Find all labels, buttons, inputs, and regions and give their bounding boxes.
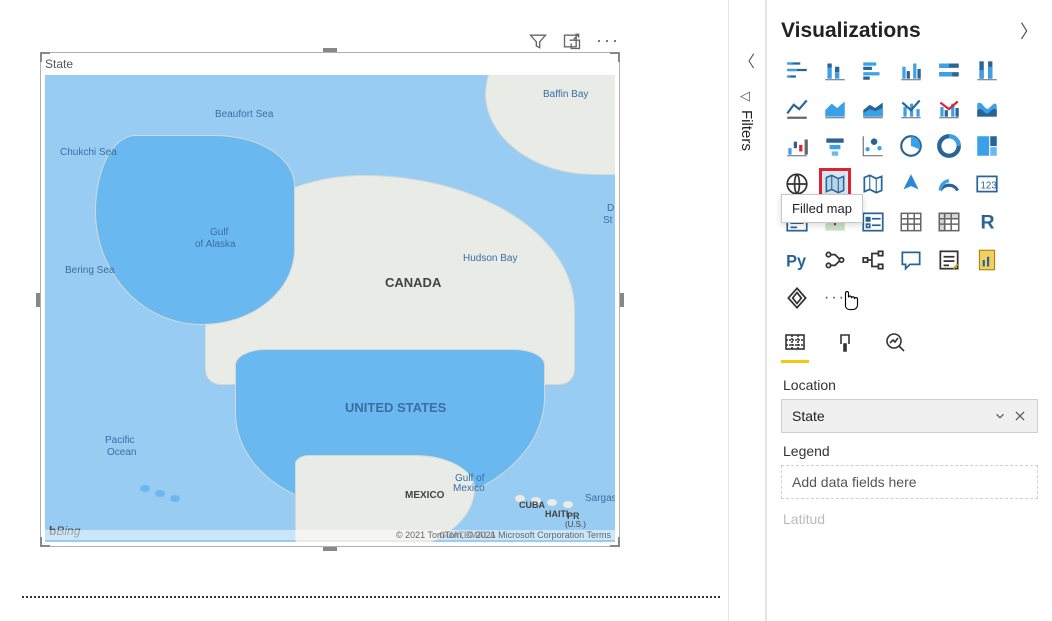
filters-pane-collapsed[interactable]: 〈 ◁ Filters (728, 0, 766, 621)
resize-handle-mid-left[interactable] (36, 293, 40, 307)
location-field-value: State (792, 408, 825, 424)
filled-region-hawaii (155, 490, 165, 497)
viz-table[interactable] (895, 206, 927, 238)
viz-100-stacked-column[interactable] (971, 54, 1003, 86)
viz-funnel[interactable] (819, 130, 851, 162)
viz-waterfall[interactable] (781, 130, 813, 162)
viz-donut[interactable] (933, 130, 965, 162)
map-label-sargasso: Sargass (585, 493, 615, 504)
visualizations-title: Visualizations (781, 19, 921, 43)
viz-clustered-column[interactable] (895, 54, 927, 86)
viz-python[interactable]: Py (781, 244, 813, 276)
viz-clustered-bar[interactable] (857, 54, 889, 86)
map-label-pacific1: Pacific (105, 435, 134, 446)
viz-smart-narrative[interactable] (933, 244, 965, 276)
filled-region-hawaii (140, 485, 150, 492)
page-boundary (22, 596, 720, 598)
filled-region-hawaii (170, 495, 180, 502)
visual-title: State (45, 57, 73, 71)
resize-handle-mid-bottom[interactable] (323, 547, 337, 551)
viz-stacked-area[interactable] (857, 92, 889, 124)
filled-map-visual[interactable]: State CANADA UNITED STATES MEXICO GUATEM… (40, 52, 620, 547)
viz-ribbon[interactable] (971, 92, 1003, 124)
focus-mode-icon[interactable] (562, 31, 582, 51)
active-tab-indicator (781, 360, 809, 363)
viz-stacked-bar[interactable] (781, 54, 813, 86)
viz-decomposition-tree[interactable] (857, 244, 889, 276)
viz-pie[interactable] (895, 130, 927, 162)
remove-field-icon[interactable] (1013, 409, 1027, 423)
viz-line[interactable] (781, 92, 813, 124)
resize-handle-top-right[interactable] (610, 52, 620, 62)
viz-matrix[interactable] (933, 206, 965, 238)
viz-treemap[interactable] (971, 130, 1003, 162)
map-label-pacific2: Ocean (107, 447, 136, 458)
landmass-mexico (295, 455, 475, 542)
viz-100-stacked-bar[interactable] (933, 54, 965, 86)
chevron-down-icon[interactable] (993, 409, 1007, 423)
location-field-well[interactable]: State (781, 399, 1038, 433)
viz-card[interactable]: 123 (971, 168, 1003, 200)
viz-scatter[interactable] (857, 130, 889, 162)
viz-area[interactable] (819, 92, 851, 124)
map-label-pr: PR (567, 511, 580, 521)
fields-tab[interactable] (781, 328, 809, 356)
analytics-tab[interactable] (881, 328, 909, 356)
viz-paginated-report[interactable] (971, 244, 1003, 276)
more-options-icon[interactable]: ··· (596, 30, 620, 51)
map-label-bering: Bering Sea (65, 265, 114, 276)
viz-gauge[interactable] (933, 168, 965, 200)
speaker-icon: ◁ (740, 88, 750, 104)
legend-well-label: Legend (783, 443, 1038, 459)
latitude-well-label-partial: Latitud (783, 511, 1038, 527)
map-label-haiti: HAITI (545, 509, 569, 519)
viz-line-stacked-column[interactable] (895, 92, 927, 124)
map-body[interactable]: CANADA UNITED STATES MEXICO GUATEMALA NI… (45, 75, 615, 542)
svg-text:Py: Py (786, 253, 806, 271)
legend-field-well[interactable]: Add data fields here (781, 465, 1038, 499)
viz-power-apps[interactable] (781, 282, 813, 314)
map-label-davis2: St (603, 215, 612, 226)
chevron-right-icon[interactable]: 〉 (1020, 18, 1038, 44)
visualizations-pane: Visualizations 〉 123 (766, 0, 1052, 621)
viz-line-clustered-column[interactable] (933, 92, 965, 124)
filter-icon[interactable] (528, 31, 548, 51)
legend-placeholder: Add data fields here (792, 474, 917, 490)
chevron-left-icon[interactable]: 〈 (739, 48, 755, 72)
filters-pane-label[interactable]: Filters (738, 110, 755, 151)
viz-stacked-column[interactable] (819, 54, 851, 86)
map-label-davis1: D (607, 203, 614, 214)
viz-qna[interactable] (895, 244, 927, 276)
map-label-beaufort: Beaufort Sea (215, 109, 273, 120)
viz-key-influencers[interactable] (819, 244, 851, 276)
svg-text:123: 123 (981, 180, 997, 191)
filled-region-alaska (95, 135, 295, 325)
viz-r-script[interactable]: R (971, 206, 1003, 238)
visualization-picker: 123 R Py ··· Filled map (781, 54, 1038, 314)
report-canvas[interactable]: ··· State CANAD (0, 0, 720, 621)
location-well-label: Location (783, 377, 1038, 393)
pane-tabs (781, 328, 1038, 356)
map-attribution[interactable]: © 2021 TomTom, © 2021 Microsoft Corporat… (45, 530, 615, 540)
viz-azure-map[interactable] (895, 168, 927, 200)
svg-text:R: R (981, 212, 995, 234)
visual-header-toolbar: ··· (528, 30, 620, 51)
resize-handle-mid-top[interactable] (323, 48, 337, 52)
landmass-greenland (485, 75, 615, 175)
format-tab[interactable] (831, 328, 859, 356)
cursor-pointer-icon (837, 284, 863, 314)
map-label-pr-sub: (U.S.) (565, 520, 586, 529)
filled-map-tooltip: Filled map (781, 194, 863, 223)
resize-handle-mid-right[interactable] (620, 293, 624, 307)
